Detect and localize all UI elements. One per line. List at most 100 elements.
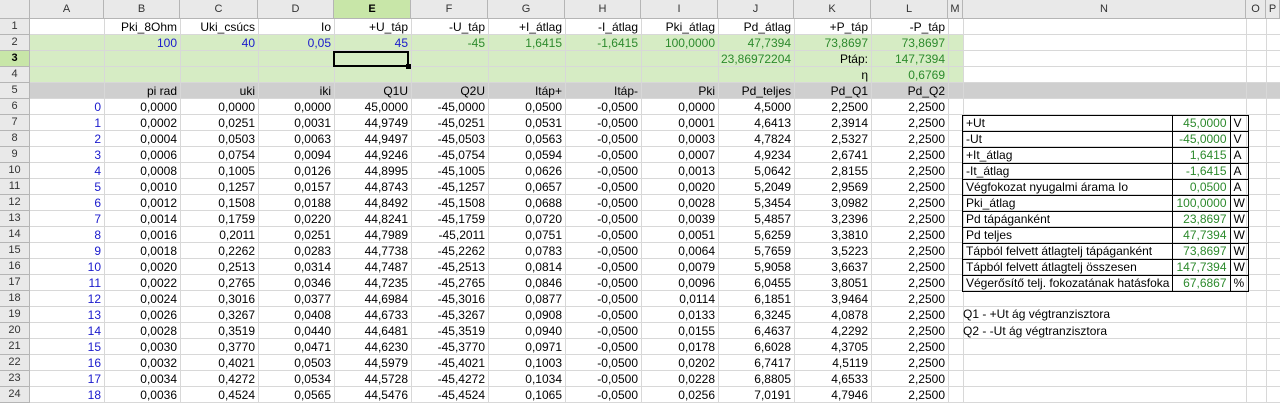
- column-header-m[interactable]: M: [948, 0, 963, 19]
- data-cell[interactable]: -0,0500: [565, 147, 641, 163]
- data-cell[interactable]: 0,0251: [180, 115, 258, 131]
- column-header-h[interactable]: H: [565, 0, 641, 19]
- index-cell[interactable]: 7: [30, 211, 104, 227]
- summary-unit-cell[interactable]: V: [1229, 115, 1249, 132]
- data-cell[interactable]: 0,0377: [258, 291, 334, 307]
- data-cell[interactable]: 0,0126: [258, 163, 334, 179]
- summary-label-cell[interactable]: Végerősítő telj. fokozatának hatásfoka: [961, 275, 1174, 292]
- data-cell[interactable]: 4,5119: [794, 355, 871, 371]
- data-cell[interactable]: -0,0500: [565, 131, 641, 147]
- data-cell[interactable]: 0,2513: [180, 259, 258, 275]
- row-header-19[interactable]: 19: [0, 307, 30, 323]
- spreadsheet-sheet[interactable]: ABCDEFGHIJKLMNOP 1 2 3 4 5 6 7 8 9 10 11 12 13 14 15 16…: [0, 0, 1280, 403]
- index-cell[interactable]: 5: [30, 179, 104, 195]
- data-cell[interactable]: 0,0032: [104, 355, 180, 371]
- data-cell[interactable]: 0,0720: [488, 211, 565, 227]
- data-cell[interactable]: 6,4637: [718, 323, 794, 339]
- param-value-cell[interactable]: -1,6415: [565, 35, 641, 51]
- summary-unit-cell[interactable]: W: [1229, 211, 1249, 228]
- data-cell[interactable]: 2,2500: [871, 131, 948, 147]
- data-cell[interactable]: -45,3770: [411, 339, 488, 355]
- data-cell[interactable]: 44,7738: [334, 243, 411, 259]
- data-cell[interactable]: -45,1508: [411, 195, 488, 211]
- data-cell[interactable]: 0,0133: [641, 307, 718, 323]
- index-cell[interactable]: 8: [30, 227, 104, 243]
- data-cell[interactable]: 0,0751: [488, 227, 565, 243]
- data-cell[interactable]: 0,0688: [488, 195, 565, 211]
- row-header-7[interactable]: 7: [0, 115, 30, 131]
- data-cell[interactable]: 2,3914: [794, 115, 871, 131]
- data-cell[interactable]: 44,9749: [334, 115, 411, 131]
- summary-unit-cell[interactable]: A: [1229, 147, 1249, 164]
- data-cell[interactable]: 3,0982: [794, 195, 871, 211]
- ptap-label-cell[interactable]: Ptáp:: [794, 51, 871, 67]
- data-cell[interactable]: 44,7989: [334, 227, 411, 243]
- data-cell[interactable]: 4,7946: [794, 387, 871, 403]
- data-cell[interactable]: 0,0783: [488, 243, 565, 259]
- column-header-l[interactable]: L: [871, 0, 948, 19]
- row-header-15[interactable]: 15: [0, 243, 30, 259]
- data-cell[interactable]: 4,2292: [794, 323, 871, 339]
- column-header-a[interactable]: A: [30, 0, 104, 19]
- data-cell[interactable]: 44,5728: [334, 371, 411, 387]
- data-cell[interactable]: 0,0008: [104, 163, 180, 179]
- index-cell[interactable]: 2: [30, 131, 104, 147]
- data-cell[interactable]: 6,0455: [718, 275, 794, 291]
- select-all-corner[interactable]: [0, 0, 30, 19]
- summary-value-cell[interactable]: 100,0000: [1172, 195, 1231, 212]
- index-cell[interactable]: 17: [30, 371, 104, 387]
- index-cell[interactable]: 0: [30, 99, 104, 115]
- param-header-cell[interactable]: -P_táp: [871, 19, 948, 35]
- data-cell[interactable]: 4,9234: [718, 147, 794, 163]
- data-cell[interactable]: 44,6733: [334, 307, 411, 323]
- data-cell[interactable]: -0,0500: [565, 259, 641, 275]
- data-cell[interactable]: -45,3016: [411, 291, 488, 307]
- data-cell[interactable]: -0,0500: [565, 115, 641, 131]
- column-header-p[interactable]: P: [1266, 0, 1280, 19]
- data-cell[interactable]: 0,0000: [258, 99, 334, 115]
- param-header-cell[interactable]: +I_átlag: [488, 19, 565, 35]
- data-cell[interactable]: 2,2500: [871, 211, 948, 227]
- data-cell[interactable]: 44,7487: [334, 259, 411, 275]
- row-header-11[interactable]: 11: [0, 179, 30, 195]
- data-cell[interactable]: -0,0500: [565, 99, 641, 115]
- param-value-cell[interactable]: 73,8697: [871, 35, 948, 51]
- table-column-header-cell[interactable]: iki: [258, 83, 334, 99]
- data-cell[interactable]: 6,7417: [718, 355, 794, 371]
- data-cell[interactable]: 0,0228: [641, 371, 718, 387]
- data-cell[interactable]: 6,8805: [718, 371, 794, 387]
- row-header-16[interactable]: 16: [0, 259, 30, 275]
- data-cell[interactable]: 0,0408: [258, 307, 334, 323]
- row-header-13[interactable]: 13: [0, 211, 30, 227]
- data-cell[interactable]: 3,2396: [794, 211, 871, 227]
- data-cell[interactable]: 3,5223: [794, 243, 871, 259]
- data-cell[interactable]: 44,8995: [334, 163, 411, 179]
- data-cell[interactable]: 2,5327: [794, 131, 871, 147]
- data-cell[interactable]: 2,2500: [871, 387, 948, 403]
- ptap-value-cell[interactable]: 147,7394: [871, 51, 948, 67]
- data-cell[interactable]: 0,1005: [180, 163, 258, 179]
- data-cell[interactable]: 0,0026: [104, 307, 180, 323]
- data-cell[interactable]: 0,0096: [641, 275, 718, 291]
- data-cell[interactable]: 2,2500: [871, 147, 948, 163]
- param-header-cell[interactable]: Pki_8Ohm: [104, 19, 180, 35]
- data-cell[interactable]: 0,0626: [488, 163, 565, 179]
- data-cell[interactable]: -45,2765: [411, 275, 488, 291]
- data-cell[interactable]: -45,4524: [411, 387, 488, 403]
- data-cell[interactable]: 0,0010: [104, 179, 180, 195]
- data-cell[interactable]: 3,8051: [794, 275, 871, 291]
- data-cell[interactable]: 3,3810: [794, 227, 871, 243]
- summary-label-cell[interactable]: Tápból felvett átlagtelj összesen: [961, 259, 1174, 276]
- data-cell[interactable]: 0,0004: [104, 131, 180, 147]
- param-header-cell[interactable]: +U_táp: [334, 19, 411, 35]
- active-cell-e3[interactable]: [333, 51, 409, 67]
- data-cell[interactable]: 0,0014: [104, 211, 180, 227]
- data-cell[interactable]: 0,0440: [258, 323, 334, 339]
- data-cell[interactable]: -0,0500: [565, 179, 641, 195]
- row-header-14[interactable]: 14: [0, 227, 30, 243]
- data-cell[interactable]: 0,0471: [258, 339, 334, 355]
- data-cell[interactable]: -0,0500: [565, 307, 641, 323]
- summary-value-cell[interactable]: 1,6415: [1172, 147, 1231, 164]
- data-cell[interactable]: 2,2500: [871, 307, 948, 323]
- data-cell[interactable]: 0,0157: [258, 179, 334, 195]
